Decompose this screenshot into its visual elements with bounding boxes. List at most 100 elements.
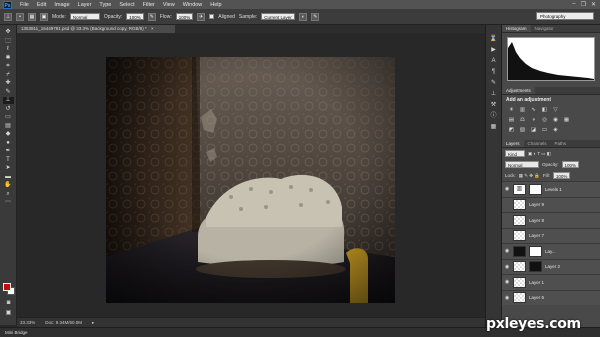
quick-select-tool-icon[interactable]: ✱ [3, 55, 14, 62]
blur-tool-icon[interactable]: ◆ [3, 131, 14, 138]
tab-layers[interactable]: Layers [502, 140, 524, 147]
history-brush-tool-icon[interactable]: ↺ [3, 106, 14, 113]
filter-icons[interactable]: ▣ ◐ T ▭ ◧ [528, 151, 551, 157]
menu-edit[interactable]: Edit [37, 2, 46, 8]
close-icon[interactable]: ✕ [591, 1, 596, 8]
healing-tool-icon[interactable]: ✚ [3, 80, 14, 87]
black-white-icon[interactable]: ◑ [530, 117, 537, 123]
filter-kind-select[interactable]: Kind [505, 150, 525, 157]
color-lookup-icon[interactable]: ▦ [563, 117, 570, 123]
document-canvas[interactable] [106, 57, 395, 303]
channel-mixer-icon[interactable]: ◉ [552, 117, 559, 123]
layer-name[interactable]: Layer 1 [529, 280, 544, 285]
eye-icon[interactable]: ◉ [504, 295, 510, 301]
menu-layer[interactable]: Layer [78, 2, 92, 8]
brush-tool-icon[interactable]: ✎ [3, 89, 14, 96]
eye-icon[interactable]: ◉ [504, 264, 510, 270]
shape-tool-icon[interactable]: ▬ [3, 174, 14, 181]
gradient-map-icon[interactable]: ▭ [541, 127, 548, 133]
character-panel-icon[interactable]: A [489, 57, 498, 65]
blend-mode-select[interactable]: Normal [505, 161, 539, 168]
menu-type[interactable]: Type [99, 2, 111, 8]
layer-name[interactable]: Levels 1 [545, 187, 562, 192]
invert-icon[interactable]: ◩ [508, 127, 515, 133]
layer-row[interactable]: Layer 9 [502, 196, 600, 212]
screen-mode-icon[interactable]: ▣ [3, 310, 14, 317]
opacity-field[interactable]: 100% [126, 13, 144, 20]
close-document-icon[interactable]: × [151, 26, 154, 31]
layer-row[interactable]: ◉ Lay... [502, 243, 600, 259]
hue-saturation-icon[interactable]: ▤ [508, 117, 515, 123]
layer-name[interactable]: Layer 2 [545, 264, 560, 269]
eye-icon[interactable]: ◉ [504, 248, 510, 254]
pressure-size-icon[interactable]: ✎ [311, 12, 320, 21]
brush-size-icon[interactable]: • [16, 12, 24, 21]
history-panel-icon[interactable]: ⌛ [489, 35, 498, 43]
lasso-tool-icon[interactable]: ℓ [3, 46, 14, 53]
menu-window[interactable]: Window [183, 2, 203, 8]
tab-histogram[interactable]: Histogram [502, 25, 531, 32]
info-panel-icon[interactable]: ⓘ [489, 112, 498, 120]
layer-name[interactable]: Layer 8 [529, 218, 544, 223]
selective-color-icon[interactable]: ◈ [552, 127, 559, 133]
paragraph-panel-icon[interactable]: ¶ [489, 68, 498, 76]
menu-filter[interactable]: Filter [143, 2, 155, 8]
path-select-tool-icon[interactable]: ➤ [3, 165, 14, 172]
clone-source-icon[interactable]: ▣ [40, 12, 48, 21]
photo-filter-icon[interactable]: ◎ [541, 117, 548, 123]
layer-row[interactable]: ◉ Layer 6 [502, 289, 600, 305]
status-menu-icon[interactable]: ▸ [92, 320, 94, 326]
menu-select[interactable]: Select [119, 2, 134, 8]
clone-stamp-preset-icon[interactable]: ⊥ [4, 12, 12, 21]
restore-icon[interactable]: ❐ [581, 1, 586, 8]
dodge-tool-icon[interactable]: ● [3, 140, 14, 147]
type-tool-icon[interactable]: T [3, 157, 14, 164]
photoshop-logo[interactable]: Ps [3, 0, 12, 9]
brush-preset-panel-icon[interactable]: ✎ [489, 79, 498, 87]
swatches-panel-icon[interactable]: ▦ [489, 123, 498, 131]
tab-paths[interactable]: Paths [551, 140, 571, 147]
layer-row[interactable]: ◉ ▥ Levels 1 [502, 181, 600, 197]
tab-adjustments[interactable]: Adjustments [502, 87, 535, 94]
color-balance-icon[interactable]: ⚖ [519, 117, 526, 123]
menu-image[interactable]: Image [54, 2, 69, 8]
gradient-tool-icon[interactable]: ▤ [3, 123, 14, 130]
eye-icon[interactable]: ◉ [504, 279, 510, 285]
workspace-select[interactable]: Photography [536, 12, 594, 20]
exposure-icon[interactable]: ◧ [541, 107, 548, 113]
crop-tool-icon[interactable]: ⌗ [3, 63, 14, 70]
canvas-area[interactable] [17, 33, 485, 317]
threshold-icon[interactable]: ◪ [530, 127, 537, 133]
menu-view[interactable]: View [163, 2, 175, 8]
layer-name[interactable]: Layer 7 [529, 233, 544, 238]
layer-row[interactable]: Layer 8 [502, 212, 600, 228]
curves-icon[interactable]: ∿ [530, 107, 537, 113]
hand-tool-icon[interactable]: ✋ [3, 182, 14, 189]
flow-field[interactable]: 100% [175, 13, 194, 20]
layer-name[interactable]: Lay... [545, 249, 556, 254]
clone-source-panel-icon[interactable]: ⊥ [489, 90, 498, 98]
sample-select[interactable]: Current Layer [261, 13, 296, 20]
brightness-icon[interactable]: ☀ [508, 107, 515, 113]
layer-row[interactable]: ◉ Layer 1 [502, 274, 600, 290]
layer-row[interactable]: Layer 7 [502, 227, 600, 243]
pen-tool-icon[interactable]: ✒ [3, 148, 14, 155]
tab-navigator[interactable]: Navigator [531, 25, 558, 32]
brush-panel-icon[interactable]: ▦ [28, 12, 36, 21]
vibrance-icon[interactable]: ▽ [552, 107, 559, 113]
move-tool-icon[interactable]: ✥ [3, 29, 14, 36]
pressure-opacity-icon[interactable]: ✎ [147, 12, 156, 21]
posterize-icon[interactable]: ▧ [519, 127, 526, 133]
minimize-icon[interactable]: – [572, 1, 575, 8]
zoom-tool-icon[interactable]: ⌕ [3, 191, 14, 198]
tab-channels[interactable]: Channels [524, 140, 551, 147]
edit-toolbar-icon[interactable]: ⋯ [3, 199, 14, 206]
aligned-checkbox[interactable] [209, 14, 215, 19]
actions-panel-icon[interactable]: ▶ [489, 46, 498, 54]
lock-icons[interactable]: ▦ ✎ ✥ 🔒 [519, 173, 540, 179]
eraser-tool-icon[interactable]: ▭ [3, 114, 14, 121]
menu-help[interactable]: Help [210, 2, 221, 8]
layer-opacity-field[interactable]: 100% [561, 161, 580, 168]
eyedropper-tool-icon[interactable]: ⌿ [3, 72, 14, 79]
ignore-adjustment-icon[interactable]: ◐ [299, 12, 308, 21]
